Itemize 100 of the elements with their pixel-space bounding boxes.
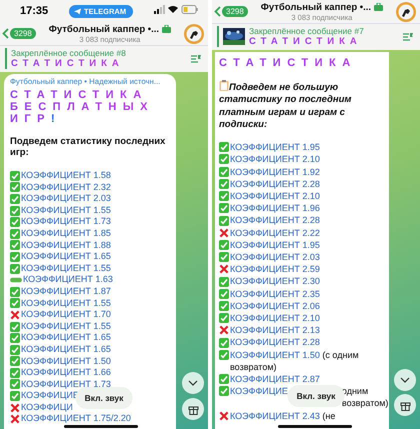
result-text: КОЭФФИЦИЕНТ 2.03 bbox=[230, 251, 320, 264]
cross-icon bbox=[219, 264, 229, 274]
cross-icon bbox=[219, 325, 229, 336]
note-text: одним возвратом) bbox=[342, 385, 388, 410]
chevron-down-icon bbox=[400, 377, 410, 383]
intro-text: Подведем статистику последних игр: bbox=[10, 137, 166, 158]
result-text: КОЭФФИЦИЕНТ 2.06 bbox=[230, 300, 320, 312]
result-text: КОЭФФИЦИЕНТ 1.55 bbox=[21, 320, 111, 332]
result-text: КОЭФФИЦИЕНТ 1.95 bbox=[230, 141, 320, 154]
result-text: КОЭФФИЦИЕНТ 1.66 bbox=[21, 367, 111, 379]
result-text: КОЭФФИЦИЕНТ 1.50 bbox=[21, 356, 111, 368]
result-text: КОЭФФИЦИЕНТ 1.95 bbox=[230, 238, 320, 252]
channel-title: Футбольный каппер •... bbox=[48, 24, 160, 34]
back-icon[interactable] bbox=[214, 6, 221, 17]
plane-icon bbox=[74, 8, 82, 14]
check-icon bbox=[10, 298, 20, 308]
result-text: КОЭФФИЦИЕНТ 2.32 bbox=[21, 182, 111, 194]
unread-badge: 3298 bbox=[10, 28, 36, 39]
result-text: КОЭФФИЦИЕНТ 1.50 (с одним возвратом) bbox=[230, 348, 360, 374]
check-icon bbox=[219, 203, 229, 214]
check-icon bbox=[219, 154, 229, 164]
chevron-down-icon bbox=[188, 380, 198, 386]
result-text: КОЭФФИЦИЕНТ 2.35 bbox=[230, 288, 320, 300]
check-icon bbox=[10, 322, 20, 332]
clipboard-icon bbox=[219, 80, 229, 91]
check-icon bbox=[10, 217, 20, 228]
check-icon bbox=[10, 228, 20, 239]
result-text: КОЭФФИЦИЕНТ 1.73 bbox=[21, 216, 111, 228]
result-text: КОЭФФИЦИЕНТ 1.65 bbox=[21, 344, 111, 356]
result-text: КОЭФФИЦИЕНТ 1.92 bbox=[230, 166, 320, 178]
scroll-down-button[interactable] bbox=[182, 372, 204, 394]
cross-icon bbox=[219, 410, 229, 421]
check-icon bbox=[219, 252, 229, 262]
check-icon bbox=[10, 333, 20, 344]
check-icon bbox=[219, 240, 229, 250]
result-text: КОЭФФИЦИЕНТ 2.30 bbox=[230, 275, 320, 288]
result-text: КОЭФФИЦИЕНТ 2.13 bbox=[230, 324, 320, 336]
channel-title: Футбольный каппер •... bbox=[260, 2, 372, 12]
result-text: КОЭФФИЦИЕНТ 1.55 bbox=[21, 262, 111, 274]
check-icon bbox=[219, 313, 229, 324]
check-icon bbox=[219, 300, 229, 311]
result-text: КОЭФФИЦИЕНТ 1.96 bbox=[230, 202, 320, 214]
result-text: КОЭФФИЦИЕНТ 2.43 (не bbox=[230, 410, 336, 422]
pinned-label: Закреплённое сообщение #7 bbox=[249, 26, 365, 36]
result-text: КОЭФФИЦИЕ bbox=[230, 385, 288, 398]
pinned-label: Закреплённое сообщение #8 bbox=[11, 48, 127, 58]
gift-button[interactable] bbox=[182, 398, 204, 420]
pin-list-icon[interactable] bbox=[191, 54, 202, 63]
briefcase-icon bbox=[374, 3, 384, 11]
gift-icon bbox=[400, 400, 410, 410]
result-text: КОЭФФИЦИЕНТ 2.28 bbox=[230, 214, 320, 227]
check-icon bbox=[219, 386, 229, 396]
check-icon bbox=[10, 356, 20, 366]
cross-icon bbox=[10, 414, 20, 424]
result-text: КОЭФФИЦИЕНТ 2.10 bbox=[230, 190, 320, 202]
briefcase-icon bbox=[162, 25, 172, 33]
sound-on-button[interactable]: Вкл. звук bbox=[76, 387, 132, 409]
check-icon bbox=[219, 276, 229, 287]
result-text: КОЭФФИЦИЕНТ 1.65 bbox=[21, 251, 111, 263]
intro-text: Подведем не большую статистику по последним платным играм и играм с подписки: bbox=[219, 80, 352, 132]
check-icon bbox=[219, 338, 229, 348]
check-icon bbox=[10, 391, 20, 402]
gift-icon bbox=[188, 404, 198, 414]
result-text: КОЭФФИЦИЕНТ 1.63 bbox=[23, 274, 113, 286]
gift-button[interactable] bbox=[394, 394, 416, 416]
clock: 17:35 bbox=[20, 5, 48, 17]
check-icon bbox=[10, 194, 20, 204]
result-text: КОЭФФИЦИЕНТ 2.22 bbox=[230, 226, 320, 239]
result-text: КОЭФФИЦИЕНТ 1.87 bbox=[21, 286, 111, 298]
check-icon bbox=[10, 344, 20, 355]
status-icons bbox=[154, 5, 198, 14]
check-icon bbox=[10, 240, 20, 250]
result-text: КОЭФФИЦИЕНТ 2.28 bbox=[230, 178, 320, 190]
cross-icon bbox=[10, 402, 20, 413]
check-icon bbox=[10, 368, 20, 378]
result-text: КОЭФФИЦИЕНТ 2.28 bbox=[230, 336, 320, 349]
result-text: КОЭФФИЦИЕНТ 2.59 bbox=[230, 263, 320, 276]
scroll-down-button[interactable] bbox=[394, 369, 416, 391]
check-icon bbox=[219, 191, 229, 202]
result-text: КОЭФФИЦИЕНТ 1.85 bbox=[21, 228, 111, 240]
result-text: КОЭФФИЦИЕНТ 1.65 bbox=[21, 332, 111, 344]
result-text: КОЭФФИЦИЕНТ 1.70 bbox=[21, 309, 111, 321]
result-text: КОЭФФИЦИЕНТ 2.03 bbox=[21, 193, 111, 205]
result-text: КОЭФФИЦИЕНТ 2.10 bbox=[230, 312, 320, 324]
result-text: КОЭФФИЦИЕНТ 1.55 bbox=[21, 298, 111, 310]
check-icon bbox=[10, 170, 20, 181]
pin-list-icon[interactable] bbox=[403, 32, 414, 41]
check-icon bbox=[219, 374, 229, 384]
check-icon bbox=[10, 379, 20, 390]
check-icon bbox=[219, 216, 229, 226]
check-icon bbox=[219, 166, 229, 177]
cross-icon bbox=[219, 228, 229, 238]
check-icon bbox=[10, 182, 20, 192]
check-icon bbox=[219, 178, 229, 189]
check-icon bbox=[10, 286, 20, 297]
check-icon bbox=[219, 288, 229, 299]
result-text: КОЭФФИЦИЕНТ 2.10 bbox=[230, 153, 320, 166]
unread-badge: 3298 bbox=[222, 6, 248, 17]
back-icon[interactable] bbox=[2, 28, 9, 39]
result-text: КОЭФФИЦИЕНТ 1.75/2.20 bbox=[21, 413, 131, 426]
